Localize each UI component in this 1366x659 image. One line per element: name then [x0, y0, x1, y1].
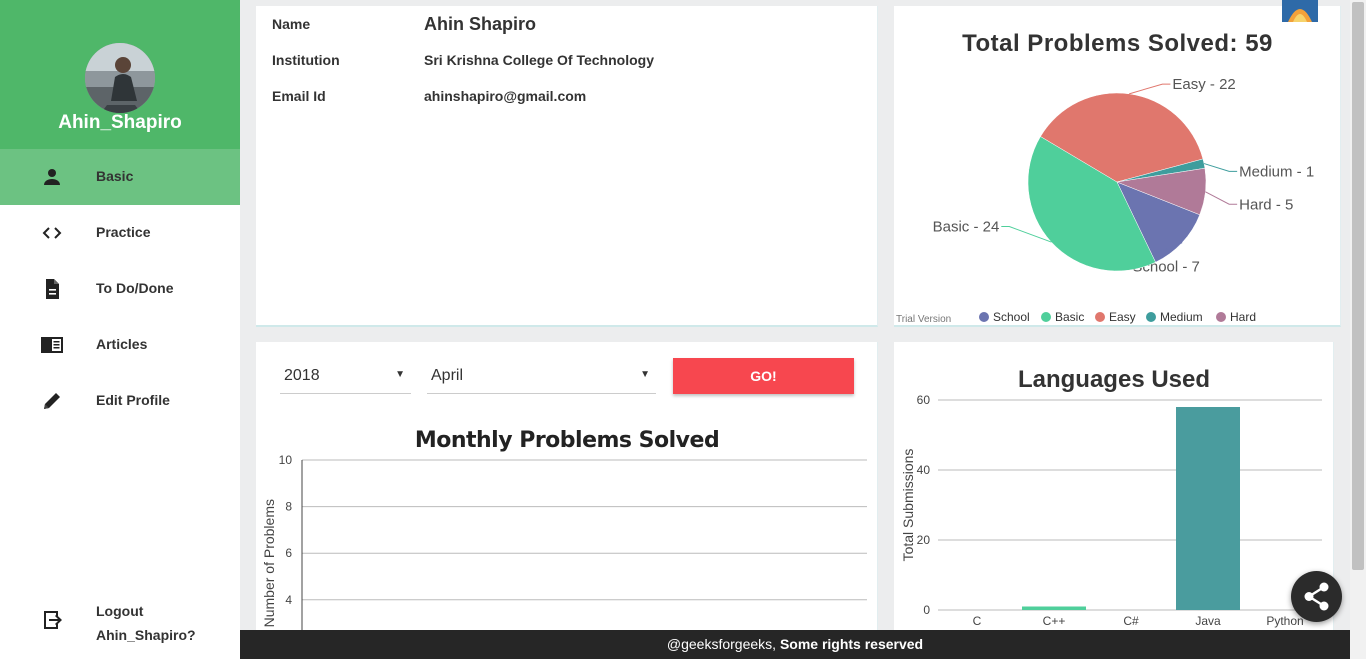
name-label: Name [272, 16, 311, 32]
pie-slice-label: Hard - 5 [1239, 196, 1293, 213]
share-icon [1291, 582, 1342, 626]
sidebar: Ahin_Shapiro Basic Practice To Do/Done A… [0, 0, 240, 659]
pie-slice-label: Medium - 1 [1239, 163, 1314, 180]
email-label: Email Id [272, 88, 326, 104]
y-tick-label: 4 [285, 593, 292, 607]
sidebar-item-articles[interactable]: Articles [0, 317, 240, 373]
pie-slice-label: Easy - 22 [1172, 76, 1235, 93]
sidebar-item-practice[interactable]: Practice [0, 205, 240, 261]
name-value: Ahin Shapiro [424, 14, 536, 34]
y-tick-label: 20 [917, 533, 931, 547]
y-tick-label: 60 [917, 393, 931, 407]
y-axis-label: Total Submissions [900, 449, 916, 562]
x-tick-label: C++ [1043, 614, 1066, 628]
document-icon [40, 277, 64, 301]
monthly-problems-card: 2018 ▼ April ▼ GO! Monthly Problems Solv… [256, 342, 878, 642]
legend-item-school[interactable]: School [979, 310, 1030, 326]
legend-item-basic[interactable]: Basic [1041, 310, 1084, 326]
logout-label: Logout Ahin_Shapiro? [96, 603, 196, 643]
person-icon [40, 165, 64, 189]
x-tick-label: C [973, 614, 982, 628]
share-button[interactable] [1291, 571, 1342, 622]
pie-label-connector [1129, 83, 1171, 95]
monthly-line-chart: 4 6 8 10 Number of Problems [261, 453, 867, 642]
y-tick-label: 6 [285, 546, 292, 560]
logout-icon [40, 608, 64, 632]
username: Ahin_Shapiro [58, 112, 182, 133]
profile-info-card: Name Ahin Shapiro Institution Sri Krishn… [256, 6, 878, 327]
languages-bar-chart: 0204060Total SubmissionsC C++ C# Java Python [900, 393, 1322, 628]
legend-item-medium[interactable]: Medium [1146, 310, 1203, 326]
sidebar-item-todo[interactable]: To Do/Done [0, 261, 240, 317]
pie-chart: School - 7Basic - 24Easy - 22Medium - 1H… [933, 76, 1315, 275]
scrollbar-thumb[interactable] [1352, 2, 1364, 570]
pencil-icon [40, 389, 64, 413]
avatar[interactable] [85, 43, 155, 113]
sidebar-item-label: Basic [96, 168, 134, 184]
code-icon [40, 221, 64, 245]
bar-cpp[interactable] [1022, 606, 1086, 611]
pie-label-connector [1205, 191, 1238, 205]
trial-version-watermark: Trial Version [896, 314, 952, 325]
legend-item-easy[interactable]: Easy [1095, 310, 1136, 326]
institution-label: Institution [272, 52, 340, 68]
email-value: ahinshapiro@gmail.com [424, 88, 587, 104]
pie-label-connector [1203, 163, 1238, 172]
footer: @geeksforgeeks, Some rights reserved [240, 630, 1350, 659]
sidebar-item-edit-profile[interactable]: Edit Profile [0, 373, 240, 429]
legend-item-hard[interactable]: Hard [1216, 310, 1256, 326]
languages-card: Languages Used 0 20 40 60 Total Submissions C… [894, 342, 1334, 642]
x-tick-label: Java [1195, 614, 1221, 628]
footer-handle: @geeksforgeeks, [666, 636, 777, 652]
scrollbar[interactable] [1350, 0, 1366, 659]
profile-header: Ahin_Shapiro [0, 0, 240, 149]
sidebar-item-label: Articles [96, 336, 148, 352]
y-tick-label: 10 [279, 453, 293, 467]
bar-java[interactable] [1176, 407, 1240, 610]
sidebar-item-basic[interactable]: Basic [0, 149, 240, 205]
sidebar-item-label: Edit Profile [96, 392, 170, 408]
sidebar-item-label: Practice [96, 224, 151, 240]
problems-solved-card: Total Problems Solved: 59 School - 7 Basi… [894, 6, 1341, 327]
institution-value: Sri Krishna College Of Technology [424, 52, 654, 68]
pie-slice-label: Basic - 24 [933, 219, 1000, 236]
sidebar-item-label: To Do/Done [96, 280, 174, 296]
articles-icon [40, 333, 64, 357]
site-logo[interactable] [1282, 0, 1318, 22]
logout-button[interactable]: Logout Ahin_Shapiro? [0, 592, 240, 648]
y-tick-label: 8 [285, 500, 292, 514]
y-tick-label: 0 [923, 603, 930, 617]
footer-rights: Some rights reserved [779, 636, 924, 652]
x-tick-label: C# [1123, 614, 1139, 628]
y-axis-label: Number of Problems [261, 499, 277, 627]
y-tick-label: 40 [917, 463, 931, 477]
